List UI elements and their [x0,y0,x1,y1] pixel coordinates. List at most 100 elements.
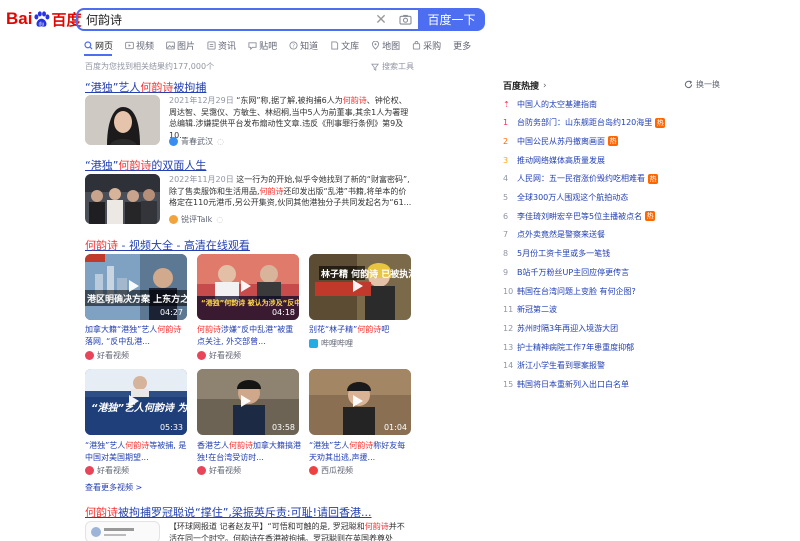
camera-icon[interactable] [392,14,418,25]
hotlist-item-text: 5月份工资卡里或多一笔钱 [517,249,611,259]
play-icon [129,395,139,407]
tab-tieba[interactable]: 贴吧 [248,39,277,52]
tab-web[interactable]: 网页 [84,39,113,52]
refresh-icon [684,80,693,89]
video-thumbnail-1[interactable]: 港区明确决方案 上东方之珠再 04:27 [85,254,187,320]
tab-more[interactable]: 更多 [453,39,471,52]
play-icon [353,395,363,407]
hotlist-item[interactable]: 4 人民网：五一民宿涨价毁约吃相难看热 [503,173,658,185]
active-tab-indicator [84,54,112,56]
result-title-3[interactable]: 何韵诗被拘捕罗冠聪说“撑住”,梁振英斥责:可耻!请回香港... [85,504,372,520]
video-caption-6[interactable]: “港独”艺人何韵诗称好友每天劝其出逃,声援... [309,440,413,463]
search-query-text[interactable]: 何韵诗 [86,11,370,28]
crowd-image [85,174,160,224]
hotlist-item[interactable]: 5 全球300万人围观这个航拍动态 [503,192,628,204]
result-source-1[interactable]: 青春武汉 ◌ [169,136,224,147]
result-thumbnail-2[interactable] [85,174,160,224]
wenku-icon [331,40,339,50]
hotlist-item[interactable]: 8 5月份工资卡里或多一笔钱 [503,248,610,260]
hotlist-rank: 12 [503,323,514,333]
hotlist-item[interactable]: 1 台防务部门：山东舰距台岛约120海里热 [503,117,666,129]
hotlist-rank: 4 [503,174,509,184]
video-source-3[interactable]: 哔哩哔哩 [309,338,353,349]
tieba-icon [248,41,257,50]
video-thumbnail-3[interactable]: 林子精 何韵诗 已被执法部门 [309,254,411,320]
search-input[interactable]: 何韵诗 ✕ [76,8,418,31]
result-snippet-1: 2021年12月29日 “东网”称,据了解,被拘捕6人为何韵诗、钟伦权、周达智、… [169,96,409,140]
tab-wenku[interactable]: 文库 [330,39,359,52]
hotlist-rank: 5 [503,193,509,202]
tab-zhidao[interactable]: ? 知道 [289,39,318,52]
hotlist-item[interactable]: 6 李佳琦刘畊宏辛巴等5位主播被点名热 [503,210,656,222]
tab-video[interactable]: 视频 [125,39,154,52]
chevron-right-icon: › [543,80,547,91]
hotlist-item[interactable]: 2 中国公民从苏丹撤离画面热 [503,135,618,147]
video-thumbnail-2[interactable]: “港独”何韵诗 被认为涉及“反中乱港” 04:18 [197,254,299,320]
hotlist-item-text: 推动网络媒体高质量发展 [517,155,605,165]
hotlist-item[interactable]: 7 点外卖竟然是警察来送餐 [503,229,605,241]
video-thumbnail-6[interactable]: 01:04 [309,369,411,435]
hotlist-refresh-button[interactable]: 换一换 [684,79,720,90]
svg-text:?: ? [292,43,295,49]
image-icon [166,41,175,49]
video-caption-4[interactable]: “港独”艺人何韵诗等被捕, 是中国对美国期望... [85,440,189,463]
hotlist-item-text: 中国公民从苏丹撤离画面 [517,136,605,146]
video-thumbnail-4[interactable]: “港独”艺人何韵诗 为什么被捕 05:33 [85,369,187,435]
hotlist-rank: 9 [503,267,509,277]
video-caption-5[interactable]: 香港艺人何韵诗加拿大籍搞港独!在台湾受访时... [197,440,301,463]
hotlist-item[interactable]: 9 B站千万粉丝UP主回应停更传言 [503,266,629,278]
hotlist-item-text: 浙江小学生看到罪案报警 [517,361,605,371]
hotlist-item-text: 苏州时隔3年再迎入境游大团 [517,323,619,333]
hotlist-item[interactable]: 15 韩国将日本重新列入出口白名单 [503,379,629,391]
video-source-6[interactable]: 西瓜视频 [309,465,353,476]
result-thumbnail-1[interactable] [85,95,160,145]
result-title-1[interactable]: “港独”艺人何韵诗被拘捕 [85,79,206,95]
video-source-5[interactable]: 好看视频 [197,465,241,476]
hotlist-item[interactable]: ⇡ 中国人的太空基建指南 [503,98,597,110]
hotlist-rank: 1 [503,118,509,128]
source-avatar-icon [169,215,178,224]
haokan-icon [197,466,206,475]
hot-badge: 热 [645,211,656,222]
search-button[interactable]: 百度一下 [418,8,485,31]
haokan-icon [197,351,206,360]
video-thumbnail-5[interactable]: 03:58 [197,369,299,435]
haokan-icon [85,351,94,360]
hotlist-item[interactable]: 11 新冠第二波 [503,304,557,316]
baidu-logo[interactable]: Bai du 百度 [6,8,81,30]
video-caption-1[interactable]: 加拿大籍“港独”艺人何韵诗落网, “反中乱港... [85,324,189,347]
play-icon [241,280,251,292]
video-source-1[interactable]: 好看视频 [85,350,129,361]
hotlist-title[interactable]: 百度热搜 › [503,79,547,93]
tab-image[interactable]: 图片 [166,39,195,52]
haokan-icon [85,466,94,475]
verified-icon: ◌ [217,137,224,146]
hotlist-item[interactable]: 14 浙江小学生看到罪案报警 [503,360,605,372]
video-source-4[interactable]: 好看视频 [85,465,129,476]
hotlist-item[interactable]: 3 推动网络媒体高质量发展 [503,154,605,166]
hotlist-rank: 10 [503,286,514,296]
search-tools-button[interactable]: 搜索工具 [371,61,414,72]
video-caption-2[interactable]: 何韵诗涉嫌“反中乱港”被重点关注, 外交部曾... [197,324,301,347]
video-caption-3[interactable]: 别花“林子精”何韵诗吧 [309,324,413,336]
video-section-title[interactable]: 何韵诗 - 视频大全 - 高清在线观看 [85,237,250,253]
tab-news[interactable]: 资讯 [207,39,236,52]
pin-icon: ⇡ [503,99,510,109]
result-thumbnail-3[interactable] [85,521,160,541]
play-icon [241,395,251,407]
hotlist-item[interactable]: 12 苏州时隔3年再迎入境游大团 [503,322,618,334]
hotlist-rank: 15 [503,380,514,389]
xigua-icon [309,466,318,475]
tab-map[interactable]: 地图 [371,39,400,52]
more-videos-link[interactable]: 查看更多视频 > [85,482,142,493]
result-title-2[interactable]: “港独”何韵诗的双面人生 [85,157,206,173]
clear-icon[interactable]: ✕ [370,12,392,28]
tab-purchase[interactable]: 采购 [412,39,441,52]
hotlist-item[interactable]: 10 韩国在台湾问题上变脸 有何企图? [503,285,636,297]
result-source-2[interactable]: 锐评Talk ◌ [169,214,223,225]
video-source-2[interactable]: 好看视频 [197,350,241,361]
hotlist-item[interactable]: 13 护士精神病院工作7年患重度抑郁 [503,341,634,353]
hot-badge: 热 [648,173,658,184]
portrait-image [85,95,160,145]
hotlist-rank: 11 [503,305,514,315]
